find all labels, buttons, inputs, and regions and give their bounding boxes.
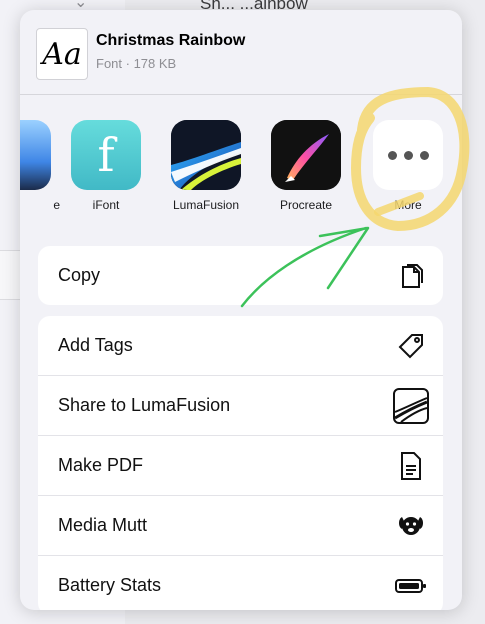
app-procreate[interactable]: Procreate bbox=[260, 110, 352, 212]
dog-icon bbox=[393, 508, 429, 544]
app-label: e bbox=[53, 198, 60, 212]
app-lumafusion[interactable]: LumaFusion bbox=[160, 110, 252, 212]
app-row: e f iFont LumaFusion Procreate More bbox=[20, 110, 462, 220]
app-partial[interactable]: e bbox=[20, 110, 62, 212]
share-sheet-header: Aa Christmas Rainbow Font · 178 KB bbox=[20, 10, 462, 95]
action-media-mutt[interactable]: Media Mutt bbox=[38, 496, 443, 556]
action-add-tags[interactable]: Add Tags bbox=[38, 316, 443, 376]
share-sheet: Aa Christmas Rainbow Font · 178 KB e f i… bbox=[20, 10, 462, 610]
tag-icon bbox=[393, 328, 429, 364]
app-label: More bbox=[394, 198, 422, 212]
app-label: iFont bbox=[92, 198, 120, 212]
copy-icon bbox=[393, 258, 429, 294]
app-ifont[interactable]: f iFont bbox=[60, 110, 152, 212]
app-label: LumaFusion bbox=[172, 198, 240, 212]
document-icon bbox=[393, 448, 429, 484]
action-make-pdf[interactable]: Make PDF bbox=[38, 436, 443, 496]
file-subtitle: Font · 178 KB bbox=[96, 56, 177, 71]
action-copy[interactable]: Copy bbox=[38, 246, 443, 305]
lumafusion-icon bbox=[393, 387, 429, 424]
action-label: Battery Stats bbox=[58, 575, 162, 595]
ifont-glyph: f bbox=[97, 128, 115, 182]
app-icon-partial bbox=[20, 120, 51, 190]
action-label: Media Mutt bbox=[58, 515, 148, 535]
more-icon bbox=[373, 120, 443, 190]
action-label: Add Tags bbox=[58, 335, 133, 355]
action-label: Share to LumaFusion bbox=[58, 395, 231, 415]
file-title: Christmas Rainbow bbox=[96, 32, 246, 49]
font-thumbnail: Aa bbox=[36, 28, 88, 80]
procreate-icon bbox=[271, 120, 341, 190]
action-label: Copy bbox=[58, 265, 101, 285]
action-group: Add Tags Share to LumaFusion Make PDF Me… bbox=[38, 316, 443, 610]
action-group-primary: Copy bbox=[38, 246, 443, 305]
app-label: Procreate bbox=[279, 198, 333, 212]
app-more[interactable]: More bbox=[362, 110, 454, 212]
ifont-icon: f bbox=[71, 120, 141, 190]
action-share-lumafusion[interactable]: Share to LumaFusion bbox=[38, 376, 443, 436]
more-dots bbox=[387, 150, 429, 160]
battery-icon bbox=[393, 568, 429, 604]
lumafusion-icon bbox=[171, 120, 241, 190]
action-battery-stats[interactable]: Battery Stats bbox=[38, 556, 443, 610]
action-label: Make PDF bbox=[58, 455, 144, 475]
